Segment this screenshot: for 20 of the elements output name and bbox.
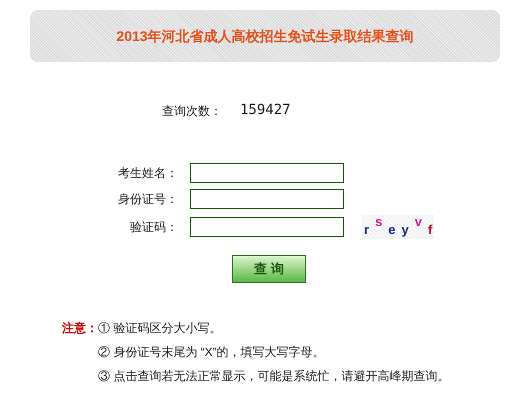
field-label: 身份证号： [117, 191, 179, 208]
field-label: 考生姓名： [117, 165, 179, 182]
captcha-character: f [428, 220, 432, 238]
captcha-character: s [375, 212, 382, 230]
notice-label: 注意： [62, 320, 98, 337]
query-button[interactable]: 查 询 [232, 255, 306, 283]
notice-text: ② 身份证号末尾为 “X”的，填写大写字母。 [98, 344, 326, 361]
query-count-value: 159427 [240, 101, 291, 120]
notice-text: ③ 点击查询若无法正常显示，可能是系统忙，请避开高峰期查询。 [98, 368, 450, 385]
field-label: 验证码： [129, 219, 179, 236]
input-field[interactable] [190, 163, 344, 183]
input-field[interactable] [190, 189, 344, 209]
captcha-character: v [414, 212, 422, 230]
query-count-label: 查询次数： [162, 102, 223, 120]
captcha-character: e [388, 220, 396, 238]
input-field[interactable] [190, 217, 344, 237]
page-title: 2013年河北省成人高校招生免试生录取结果查询 [116, 26, 414, 46]
captcha-character: r [364, 220, 370, 238]
notice-text: ① 验证码区分大小写。 [98, 320, 222, 337]
captcha-character: y [402, 220, 409, 239]
